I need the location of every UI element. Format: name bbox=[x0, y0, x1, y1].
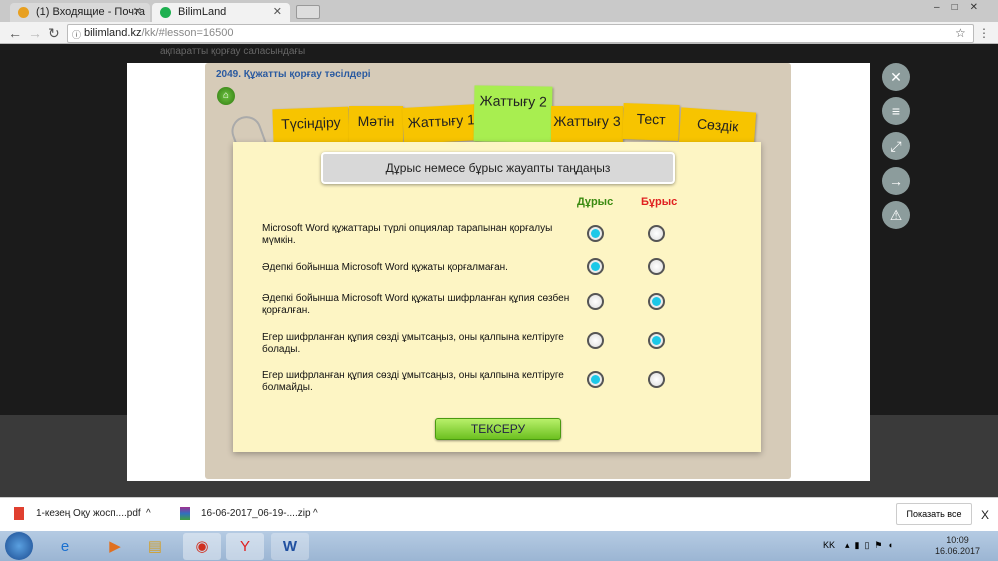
browser-tab-bar: (1) Входящие - Почта М✕ BilimLand✕ –□✕ bbox=[0, 0, 998, 37]
tab-zhattygu-3[interactable]: Жаттығу 3 bbox=[551, 106, 623, 142]
tab-tusindiru[interactable]: Түсіндіру bbox=[272, 106, 350, 146]
menu-icon[interactable]: ⋮ bbox=[978, 26, 990, 40]
question-text: Әдепкі бойынша Microsoft Word құжаты шиф… bbox=[262, 293, 570, 316]
show-all-button[interactable]: Показать все bbox=[896, 503, 972, 525]
radio-true-q4[interactable] bbox=[587, 332, 604, 349]
tab-zhattygu-1[interactable]: Жаттығу 1 bbox=[402, 104, 481, 144]
bookmark-star-icon[interactable]: ☆ bbox=[955, 26, 966, 40]
false-column-header: Бұрыс bbox=[641, 196, 678, 208]
pdf-file-icon bbox=[14, 507, 24, 520]
close-icon[interactable]: ✕ bbox=[882, 63, 910, 91]
tab-zhattygu-2-active[interactable]: Жаттығу 2 bbox=[473, 85, 553, 143]
radio-true-q5[interactable] bbox=[587, 371, 604, 388]
tray-icons[interactable]: ▴▮▯⚑◖ bbox=[845, 540, 898, 551]
list-menu-icon[interactable]: ≡ bbox=[882, 97, 910, 125]
reload-icon[interactable]: ↻ bbox=[48, 25, 60, 42]
question-text: Әдепкі бойынша Microsoft Word құжаты қор… bbox=[262, 262, 508, 273]
url-input[interactable]: bilimland.kz/kk/#lesson=16500 bbox=[67, 24, 974, 43]
warning-icon[interactable]: ⚠ bbox=[882, 201, 910, 229]
mail-favicon-icon bbox=[18, 7, 29, 18]
clock[interactable]: 10:09 16.06.2017 bbox=[935, 535, 980, 557]
close-downloads-button[interactable]: X bbox=[981, 508, 989, 522]
window-controls[interactable]: –□✕ bbox=[934, 2, 990, 13]
new-tab-button[interactable] bbox=[296, 5, 320, 19]
question-text: Егер шифрланған құпия сөзді ұмытсаңыз, о… bbox=[262, 370, 564, 393]
lesson-title: 2049. Құжатты қорғау тәсілдері bbox=[216, 69, 371, 80]
close-tab-icon[interactable]: ✕ bbox=[133, 3, 142, 22]
true-column-header: Дұрыс bbox=[577, 196, 614, 208]
radio-true-q3[interactable] bbox=[587, 293, 604, 310]
fullscreen-icon[interactable]: ⤢ bbox=[882, 132, 910, 160]
next-arrow-icon[interactable]: → bbox=[882, 167, 910, 195]
forward-icon[interactable]: → bbox=[28, 25, 42, 41]
explorer-icon[interactable]: ▤ bbox=[136, 533, 174, 560]
zip-file-icon bbox=[180, 507, 190, 520]
chevron-up-icon[interactable]: ^ bbox=[146, 508, 151, 519]
info-icon[interactable]: ⓘ bbox=[72, 28, 81, 41]
radio-true-q2[interactable] bbox=[587, 258, 604, 275]
tab-bilimland[interactable]: BilimLand ✕ bbox=[152, 3, 290, 22]
back-icon[interactable]: ← bbox=[8, 25, 22, 41]
language-indicator[interactable]: KK bbox=[823, 540, 835, 550]
radio-false-q4[interactable] bbox=[648, 332, 665, 349]
question-text: Microsoft Word құжаттары түрлі опциялар … bbox=[262, 223, 553, 246]
ie-icon[interactable]: e bbox=[46, 533, 84, 560]
word-icon[interactable]: W bbox=[271, 533, 309, 560]
download-item-pdf[interactable]: 1-кезең Оқу жосп....pdf bbox=[36, 508, 141, 519]
check-button[interactable]: ТЕКСЕРУ bbox=[435, 418, 561, 440]
media-player-icon[interactable]: ▶ bbox=[96, 533, 134, 560]
instruction-box: Дұрыс немесе бұрыс жауапты таңдаңыз bbox=[321, 152, 675, 184]
background-text: ақпаратты қорғау саласындағы bbox=[160, 46, 306, 57]
radio-false-q1[interactable] bbox=[648, 225, 665, 242]
radio-false-q5[interactable] bbox=[648, 371, 665, 388]
yandex-icon[interactable]: Y bbox=[226, 533, 264, 560]
radio-false-q3[interactable] bbox=[648, 293, 665, 310]
chrome-icon[interactable]: ◉ bbox=[183, 533, 221, 560]
home-icon[interactable]: ⌂ bbox=[217, 87, 235, 105]
tab-test[interactable]: Тест bbox=[622, 103, 680, 141]
radio-false-q2[interactable] bbox=[648, 258, 665, 275]
tab-mail[interactable]: (1) Входящие - Почта М✕ bbox=[10, 3, 150, 37]
bilimland-favicon-icon bbox=[160, 7, 171, 18]
radio-true-q1[interactable] bbox=[587, 225, 604, 242]
close-tab-icon[interactable]: ✕ bbox=[273, 3, 282, 22]
tab-matin[interactable]: Мәтін bbox=[349, 106, 403, 142]
start-button[interactable] bbox=[5, 532, 33, 560]
chevron-up-icon[interactable]: ^ bbox=[313, 508, 318, 519]
download-item-zip[interactable]: 16-06-2017_06-19-....zip bbox=[201, 508, 311, 519]
question-text: Егер шифрланған құпия сөзді ұмытсаңыз, о… bbox=[262, 332, 564, 355]
